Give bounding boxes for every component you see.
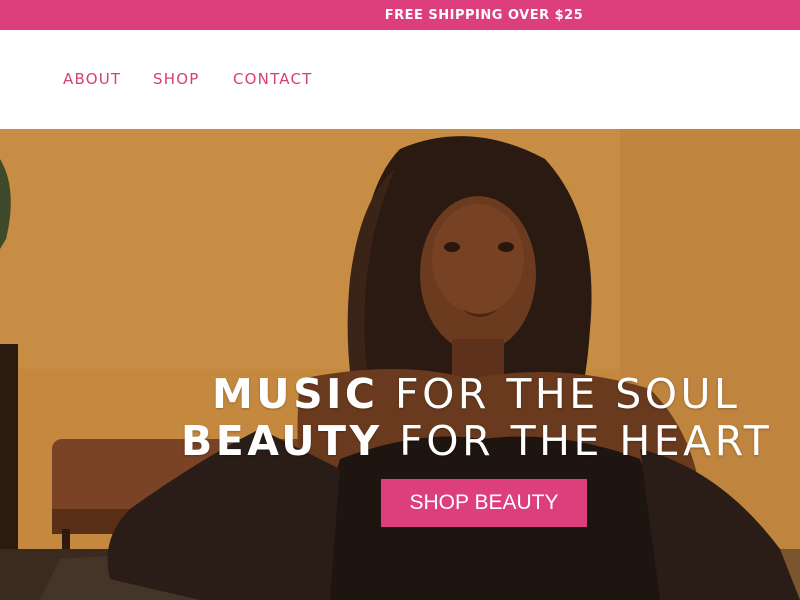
headline-line-2: BEAUTY FOR THE HEART: [181, 417, 772, 465]
headline-music: MUSIC: [212, 370, 379, 418]
hero-banner: MUSIC FOR THE SOUL BEAUTY FOR THE HEART …: [0, 129, 800, 600]
nav-link-contact[interactable]: CONTACT: [233, 70, 313, 88]
headline-line-1: MUSIC FOR THE SOUL: [212, 370, 740, 418]
announcement-text: FREE SHIPPING OVER $25: [384, 7, 584, 23]
headline-for-the-soul: FOR THE SOUL: [378, 370, 741, 418]
main-navigation: ABOUT SHOP CONTACT: [0, 30, 800, 129]
headline-beauty: BEAUTY: [181, 417, 383, 465]
nav-link-shop[interactable]: SHOP: [153, 70, 199, 88]
nav-link-about[interactable]: ABOUT: [63, 70, 121, 88]
announcement-bar: FREE SHIPPING OVER $25: [0, 0, 800, 30]
hero-headline: MUSIC FOR THE SOUL BEAUTY FOR THE HEART: [0, 129, 800, 600]
headline-for-the-heart: FOR THE HEART: [382, 417, 773, 465]
shop-beauty-button[interactable]: SHOP BEAUTY: [381, 479, 587, 527]
